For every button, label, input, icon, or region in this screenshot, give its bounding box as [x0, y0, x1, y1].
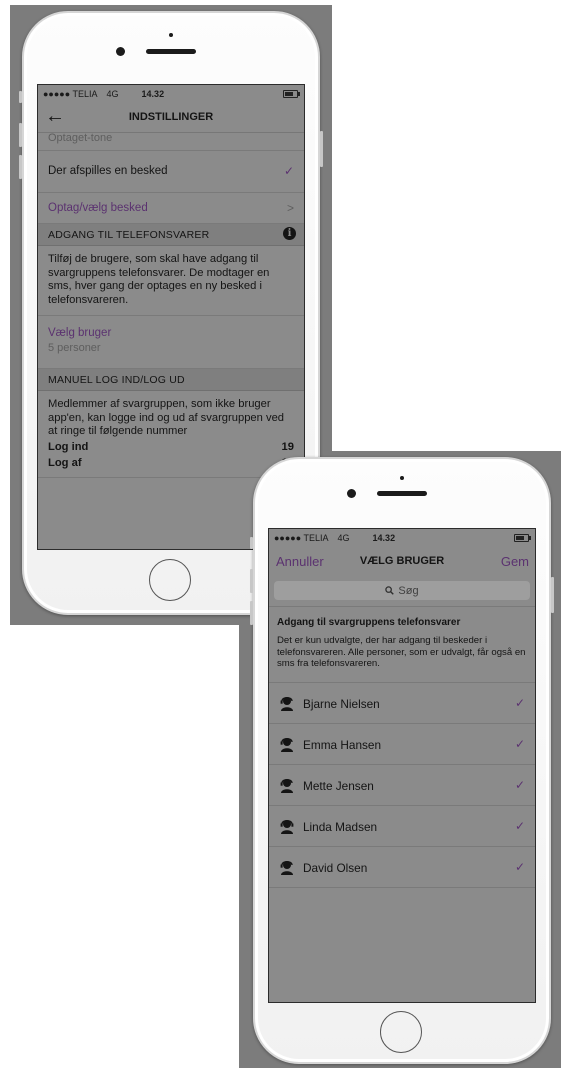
user-name: David Olsen	[303, 860, 368, 875]
front-camera	[347, 489, 356, 498]
volume-up-button	[250, 569, 253, 593]
status-bar: ●●●●● TELIA 4G 14.32	[38, 85, 304, 102]
volume-down-button	[250, 601, 253, 625]
user-name: Bjarne Nielsen	[303, 696, 380, 711]
save-button[interactable]: Gem	[501, 554, 529, 569]
status-bar: ●●●●● TELIA 4G 14.32	[269, 529, 535, 546]
search-bar: Søg	[269, 576, 535, 607]
user-headset-icon	[280, 696, 293, 711]
front-camera	[116, 47, 125, 56]
user-headset-icon	[280, 819, 294, 834]
network-label: 4G	[337, 532, 350, 543]
info-block: Adgang til svargruppens telefonsvarer De…	[269, 607, 535, 683]
choose-user-screen: ●●●●● TELIA 4G 14.32 Annuller VÆLG BRUGE…	[268, 528, 536, 1003]
nav-bar: Annuller VÆLG BRUGER Gem	[269, 546, 535, 576]
user-headset-icon	[280, 860, 293, 875]
choose-user-label: Vælg bruger	[48, 327, 112, 339]
home-button	[149, 559, 191, 601]
chevron-right-icon: >	[286, 201, 294, 215]
user-row[interactable]: Linda Madsen ✓	[269, 806, 535, 847]
logout-label: Log af	[48, 456, 82, 469]
access-description: Tilføj de brugere, som skal have adgang …	[38, 246, 304, 316]
row-record-message-label: Optag/vælg besked	[48, 202, 148, 214]
login-row: Log ind 19	[38, 439, 304, 455]
login-label: Log ind	[48, 440, 89, 453]
home-button	[380, 1011, 422, 1053]
mute-switch	[19, 91, 22, 103]
logout-row: Log af 19	[38, 455, 304, 471]
volume-up-button	[19, 123, 22, 147]
manual-login-block: Medlemmer af svargruppen, som ikke bruge…	[38, 391, 304, 478]
row-record-message[interactable]: Optag/vælg besked >	[38, 193, 304, 224]
power-button	[551, 577, 554, 613]
proximity-sensor	[169, 33, 173, 37]
info-icon[interactable]: i	[283, 227, 296, 240]
mute-switch	[250, 537, 253, 549]
section-header-access: ADGANG TIL TELEFONSVARER i	[38, 224, 304, 246]
checkmark-icon: ✓	[514, 777, 525, 792]
section-header-access-label: ADGANG TIL TELEFONSVARER	[48, 229, 210, 241]
row-choose-user[interactable]: Vælg bruger 5 personer	[38, 316, 304, 369]
user-name: Linda Madsen	[303, 819, 378, 834]
checkmark-icon: ✓	[514, 736, 525, 751]
checkmark-icon: ✓	[514, 859, 525, 874]
proximity-sensor	[400, 476, 404, 480]
user-row[interactable]: Emma Hansen ✓	[269, 724, 535, 765]
user-headset-icon	[280, 778, 293, 793]
row-busy-tone-label: Optaget-tone	[48, 133, 113, 144]
page-title: VÆLG BRUGER	[359, 555, 445, 567]
page-title: INDSTILLINGER	[128, 111, 214, 123]
earpiece-speaker	[146, 49, 196, 54]
checkmark-icon: ✓	[514, 818, 525, 833]
earpiece-speaker	[377, 491, 427, 496]
nav-bar: ← INDSTILLINGER	[38, 102, 304, 133]
network-label: 4G	[106, 88, 119, 99]
clock: 14.32	[372, 532, 396, 543]
user-headset-icon	[280, 737, 293, 752]
search-placeholder: Søg	[398, 584, 419, 597]
login-number[interactable]: 19	[282, 439, 294, 455]
section-header-manual-label: MANUEL LOG IND/LOG UD	[48, 374, 185, 386]
manual-description: Medlemmer af svargruppen, som ikke bruge…	[48, 398, 285, 437]
checkmark-icon: ✓	[514, 695, 525, 710]
cancel-button[interactable]: Annuller	[276, 554, 324, 569]
info-description: Det er kun udvalgte, der har adgang til …	[277, 635, 526, 669]
power-button	[320, 131, 323, 167]
search-icon	[385, 586, 395, 595]
search-input[interactable]: Søg	[274, 581, 530, 600]
row-message-played[interactable]: Der afspilles en besked ✓	[38, 151, 304, 193]
row-busy-tone[interactable]: Optaget-tone	[38, 133, 304, 151]
user-name: Mette Jensen	[303, 778, 374, 793]
phone-choose-user: ●●●●● TELIA 4G 14.32 Annuller VÆLG BRUGE…	[250, 457, 554, 1064]
carrier-label: ●●●●● TELIA	[43, 88, 98, 99]
clock: 14.32	[141, 88, 165, 99]
battery-icon	[514, 534, 531, 542]
user-row[interactable]: Mette Jensen ✓	[269, 765, 535, 806]
row-message-played-label: Der afspilles en besked	[48, 165, 168, 177]
checkmark-icon: ✓	[283, 164, 294, 178]
section-header-manual: MANUEL LOG IND/LOG UD	[38, 369, 304, 391]
user-name: Emma Hansen	[303, 737, 382, 752]
choose-user-count: 5 personer	[48, 342, 101, 354]
user-row[interactable]: Bjarne Nielsen ✓	[269, 683, 535, 724]
back-arrow-icon[interactable]: ←	[45, 106, 65, 126]
battery-icon	[283, 90, 300, 98]
volume-down-button	[19, 155, 22, 179]
info-title: Adgang til svargruppens telefonsvarer	[277, 617, 461, 628]
user-row[interactable]: David Olsen ✓	[269, 847, 535, 888]
carrier-label: ●●●●● TELIA	[274, 532, 329, 543]
